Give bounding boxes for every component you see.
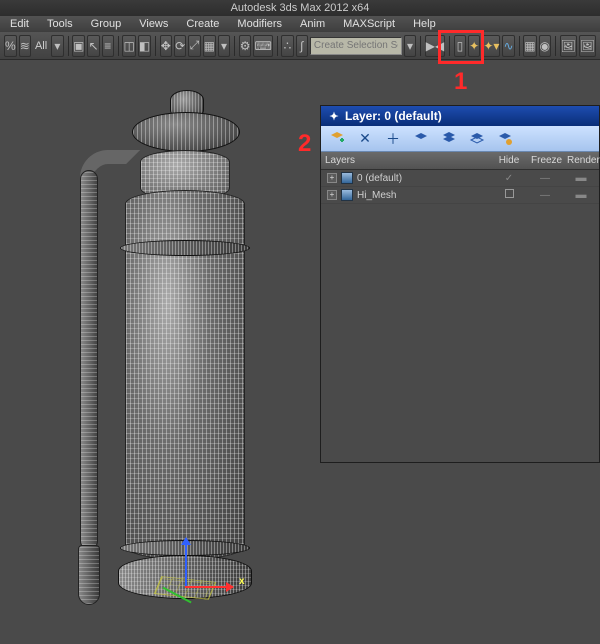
layer-manager-panel: ✦ Layer: 0 (default) ✕ ＋ Layers Hide Fre… (320, 105, 600, 463)
col-hide[interactable]: Hide (491, 155, 527, 166)
menu-group[interactable]: Group (85, 18, 128, 30)
callout-number-1: 1 (454, 68, 467, 96)
snap-2d-icon[interactable]: ∴ (281, 35, 293, 57)
select-layers-icon[interactable] (439, 129, 459, 149)
rotate-icon[interactable]: ⟳ (174, 35, 186, 57)
select-rect-icon[interactable]: ◫ (122, 35, 135, 57)
col-render[interactable]: Render (563, 155, 599, 166)
window-crossing-icon[interactable]: ◧ (138, 35, 151, 57)
menu-help[interactable]: Help (407, 18, 442, 30)
menu-modifiers[interactable]: Modifiers (231, 18, 288, 30)
callout-number-2: 2 (298, 130, 311, 158)
layer-icon (341, 189, 353, 201)
hide-unhide-icon[interactable] (467, 129, 487, 149)
menu-create[interactable]: Create (180, 18, 225, 30)
hide-cell[interactable]: ✓ (491, 173, 527, 184)
scale-icon[interactable]: ⤢ (188, 35, 200, 57)
nozzle (78, 545, 100, 605)
base (118, 555, 252, 599)
menu-tools[interactable]: Tools (41, 18, 79, 30)
col-freeze[interactable]: Freeze (527, 155, 563, 166)
hose (80, 170, 98, 550)
menu-edit[interactable]: Edit (4, 18, 35, 30)
expand-icon[interactable]: + (327, 190, 337, 200)
layer-properties-icon[interactable] (495, 129, 515, 149)
delete-layer-icon[interactable]: ✕ (355, 129, 375, 149)
separator (68, 36, 69, 56)
curve-icon[interactable]: ∫ (296, 35, 308, 57)
render-cell[interactable]: ▬ (563, 189, 599, 201)
layer-icon (341, 172, 353, 184)
material-editor-icon[interactable]: ◉ (539, 35, 551, 57)
move-icon[interactable]: ✥ (160, 35, 172, 57)
separator (449, 36, 450, 56)
mirror-icon[interactable]: ▶◀ (425, 35, 445, 57)
named-selection-input[interactable] (310, 37, 402, 55)
title-bar: Autodesk 3ds Max 2012 x64 (0, 0, 600, 16)
layer-panel-titlebar[interactable]: ✦ Layer: 0 (default) (321, 106, 599, 126)
separator (519, 36, 520, 56)
dropdown-icon[interactable]: ▾ (51, 35, 63, 57)
freeze-cell[interactable]: — (527, 173, 563, 184)
cap (132, 112, 240, 152)
render-frame-icon[interactable]: 🖼 (579, 35, 596, 57)
render-cell[interactable]: ▬ (563, 172, 599, 184)
separator (155, 36, 156, 56)
render-setup-icon[interactable]: 🖼 (560, 35, 577, 57)
align-icon[interactable]: ▯ (454, 35, 466, 57)
curve-editor-icon[interactable]: ∿ (502, 35, 514, 57)
main-toolbar: % ≋ All ▾ ▣ ↖ ≡ ◫ ◧ ✥ ⟳ ⤢ ▦ ▾ ⚙ ⌨ ∴ ∫ ▾ … (0, 32, 600, 60)
layer-panel-title-icon: ✦ (327, 109, 341, 123)
keyboard-icon[interactable]: ⌨ (253, 35, 272, 57)
create-new-layer-icon[interactable] (327, 129, 347, 149)
col-layers[interactable]: Layers (321, 155, 491, 166)
layer-list[interactable]: + 0 (default) ✓ — ▬ + Hi_Mesh — ▬ (321, 170, 599, 462)
app-title: Autodesk 3ds Max 2012 x64 (231, 2, 370, 14)
expand-icon[interactable]: + (327, 173, 337, 183)
model-wireframe (70, 70, 270, 630)
separator (420, 36, 421, 56)
list-icon[interactable]: ≡ (102, 35, 114, 57)
link-icon[interactable]: % (4, 35, 17, 57)
layer-columns-header: Layers Hide Freeze Render (321, 152, 599, 170)
ref-coord-icon[interactable]: ▦ (203, 35, 216, 57)
layer-manager-icon[interactable]: ✦ (468, 35, 480, 57)
dropdown-icon[interactable]: ▾ (404, 35, 416, 57)
ring-upper (120, 240, 250, 256)
layer-row[interactable]: + Hi_Mesh — ▬ (321, 187, 599, 204)
menu-animation[interactable]: Anim (294, 18, 331, 30)
separator (555, 36, 556, 56)
separator (234, 36, 235, 56)
ring-lower (120, 540, 250, 556)
select-objects-icon[interactable] (411, 129, 431, 149)
manipulate-icon[interactable]: ⚙ (239, 35, 252, 57)
schematic-view-icon[interactable]: ▦ (523, 35, 536, 57)
menu-bar: Edit Tools Group Views Create Modifiers … (0, 16, 600, 32)
waves-icon[interactable]: ≋ (19, 35, 31, 57)
menu-views[interactable]: Views (133, 18, 174, 30)
hide-cell[interactable] (491, 189, 527, 201)
layer-panel-toolbar: ✕ ＋ (321, 126, 599, 152)
separator (118, 36, 119, 56)
pivot-icon[interactable]: ▾ (218, 35, 230, 57)
select-box-icon[interactable]: ▣ (72, 35, 85, 57)
layer-name: Hi_Mesh (357, 190, 491, 201)
menu-maxscript[interactable]: MAXScript (337, 18, 401, 30)
filter-all-label: All (33, 40, 49, 52)
arrow-cursor-icon[interactable]: ↖ (87, 35, 99, 57)
layer-panel-title: Layer: 0 (default) (345, 109, 442, 123)
add-to-layer-icon[interactable]: ＋ (383, 129, 403, 149)
separator (277, 36, 278, 56)
layer-name: 0 (default) (357, 173, 491, 184)
layer-row[interactable]: + 0 (default) ✓ — ▬ (321, 170, 599, 187)
layer-dropdown-icon[interactable]: ✦▾ (482, 35, 500, 57)
freeze-cell[interactable]: — (527, 190, 563, 201)
